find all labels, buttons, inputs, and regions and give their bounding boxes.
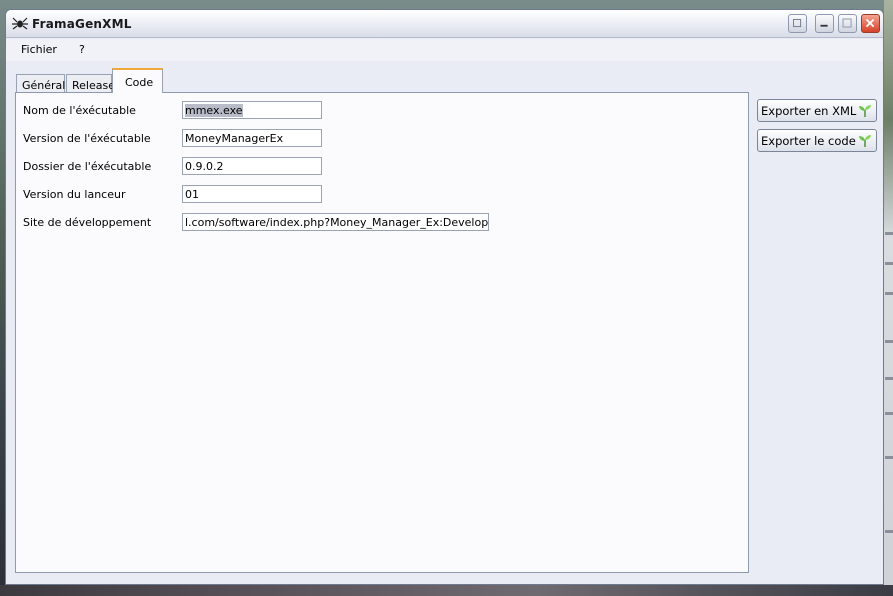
menu-bar: Fichier ? — [6, 39, 883, 61]
dev-site-input[interactable]: l.com/software/index.php?Money_Manager_E… — [182, 213, 489, 231]
leaf-icon — [859, 135, 871, 147]
close-button[interactable] — [861, 14, 880, 33]
code-panel: Nom de l'éxécutable mmex.exe Version de … — [15, 92, 749, 573]
close-icon — [865, 18, 875, 28]
minimize-button[interactable] — [815, 14, 834, 33]
form-row-launcher-version: Version du lanceur 01 — [16, 185, 748, 203]
launcher-version-input[interactable]: 01 — [182, 185, 322, 203]
executable-folder-label: Dossier de l'éxécutable — [23, 160, 152, 173]
form-row-dev-site: Site de développement l.com/software/ind… — [16, 213, 748, 231]
desktop-fragment — [885, 530, 893, 533]
launcher-version-label: Version du lanceur — [23, 188, 126, 201]
app-spider-icon — [12, 17, 28, 30]
maximize-icon — [842, 18, 852, 28]
dev-site-label: Site de développement — [23, 216, 152, 229]
menu-fichier[interactable]: Fichier — [21, 43, 57, 56]
export-code-label: Exporter le code — [761, 134, 856, 148]
desktop-fragment — [885, 292, 893, 295]
export-xml-button[interactable]: Exporter en XML — [757, 99, 877, 122]
desktop-fragment — [885, 377, 893, 380]
menu-help[interactable]: ? — [79, 43, 85, 56]
executable-name-label: Nom de l'éxécutable — [23, 104, 136, 117]
extra-icon — [793, 19, 802, 28]
form-row-executable-name: Nom de l'éxécutable mmex.exe — [16, 101, 748, 119]
tab-release[interactable]: Release — [66, 74, 115, 92]
form-row-executable-version: Version de l'éxécutable MoneyManagerEx — [16, 129, 748, 147]
taskbar-area — [0, 585, 893, 596]
export-code-button[interactable]: Exporter le code — [757, 129, 877, 152]
tab-code[interactable]: Code — [112, 68, 163, 93]
executable-folder-input[interactable]: 0.9.0.2 — [182, 157, 322, 175]
export-xml-label: Exporter en XML — [761, 104, 857, 118]
desktop-fragment — [885, 262, 893, 265]
minimize-icon — [820, 24, 828, 27]
executable-name-input[interactable]: mmex.exe — [182, 101, 322, 119]
desktop-background — [884, 0, 893, 596]
executable-version-input[interactable]: MoneyManagerEx — [182, 129, 322, 147]
desktop-fragment — [885, 456, 893, 459]
desktop-fragment — [885, 412, 893, 415]
window-title: FramaGenXML — [32, 17, 132, 31]
title-bar[interactable]: FramaGenXML — [6, 10, 883, 38]
leaf-icon — [859, 105, 871, 117]
tab-general[interactable]: Général — [16, 74, 65, 92]
maximize-button[interactable] — [838, 14, 857, 33]
app-window: FramaGenXML Fichier ? Général Release Co… — [5, 9, 884, 585]
extra-window-button[interactable] — [788, 14, 807, 33]
desktop-fragment — [885, 232, 893, 235]
desktop-fragment — [885, 340, 893, 343]
form-row-executable-folder: Dossier de l'éxécutable 0.9.0.2 — [16, 157, 748, 175]
selected-text: mmex.exe — [185, 104, 243, 117]
executable-version-label: Version de l'éxécutable — [23, 132, 151, 145]
